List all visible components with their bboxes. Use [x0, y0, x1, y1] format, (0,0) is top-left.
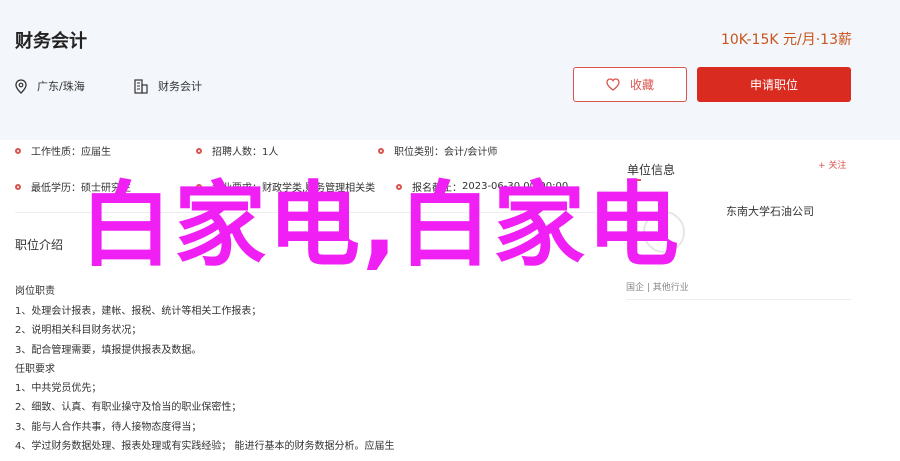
job-title: 财务会计	[15, 31, 87, 52]
company-tags: 国企 | 其他行业	[626, 283, 689, 293]
bullet-icon	[196, 147, 202, 154]
description-title: 职位介绍	[15, 238, 64, 252]
desc-line: 任职要求	[15, 364, 55, 375]
company-divider	[626, 299, 851, 300]
bullet-icon	[15, 183, 21, 190]
desc-line: 3、能与人合作共事，待人接物态度得当；	[15, 422, 202, 433]
desc-line: 2、细致、认真、有职业操守及恰当的职业保密性；	[15, 402, 242, 413]
info-value: 1人	[262, 147, 279, 158]
desc-line: 4、学过财务数据处理、报表处理或有实践经验； 能进行基本的财务数据分析。应届生	[15, 441, 395, 452]
info-value: 会计/会计师	[444, 147, 498, 158]
info-key: 职位类别：	[394, 147, 444, 158]
info-key: 工作性质：	[31, 147, 81, 158]
salary: 10K-15K 元/月·13薪	[720, 32, 852, 48]
info-value: 应届生	[81, 147, 111, 158]
favorite-label: 收藏	[629, 78, 654, 92]
building-icon	[134, 78, 148, 94]
company-name[interactable]: 东南大学石油公司	[726, 203, 814, 219]
job-header: 财务会计 10K-15K 元/月·13薪 广东/珠海 财务会计 收藏 申请职位	[0, 0, 900, 140]
apply-button[interactable]: 申请职位	[697, 67, 851, 102]
desc-line: 3、配合管理需要，填报提供报表及数据。	[15, 345, 202, 356]
info-key: 招聘人数：	[212, 147, 262, 158]
info-job-type: 职位类别： 会计/会计师	[378, 143, 497, 158]
desc-line: 2、说明相关科目财务状况；	[15, 325, 142, 336]
info-nature: 工作性质： 应届生	[15, 143, 111, 158]
follow-button[interactable]: + 关注	[818, 158, 846, 171]
location-label: 广东/珠海	[37, 80, 85, 93]
bullet-icon	[378, 147, 384, 154]
desc-line: 岗位职责	[15, 286, 55, 297]
desc-line: 1、中共党员优先；	[15, 383, 102, 394]
location: 广东/珠海	[15, 78, 85, 94]
favorite-button[interactable]: 收藏	[573, 67, 687, 102]
desc-line: 1、处理会计报表，建帐、报税、统计等相关工作报表；	[15, 306, 262, 317]
info-headcount: 招聘人数： 1人	[196, 143, 278, 158]
info-key: 最低学历：	[31, 183, 81, 194]
bullet-icon	[15, 147, 21, 154]
watermark-overlay: 白家电,白家电	[80, 172, 681, 279]
location-pin-icon	[15, 78, 27, 94]
category-label: 财务会计	[158, 80, 202, 93]
heart-icon	[606, 78, 620, 91]
job-category: 财务会计	[134, 78, 202, 94]
